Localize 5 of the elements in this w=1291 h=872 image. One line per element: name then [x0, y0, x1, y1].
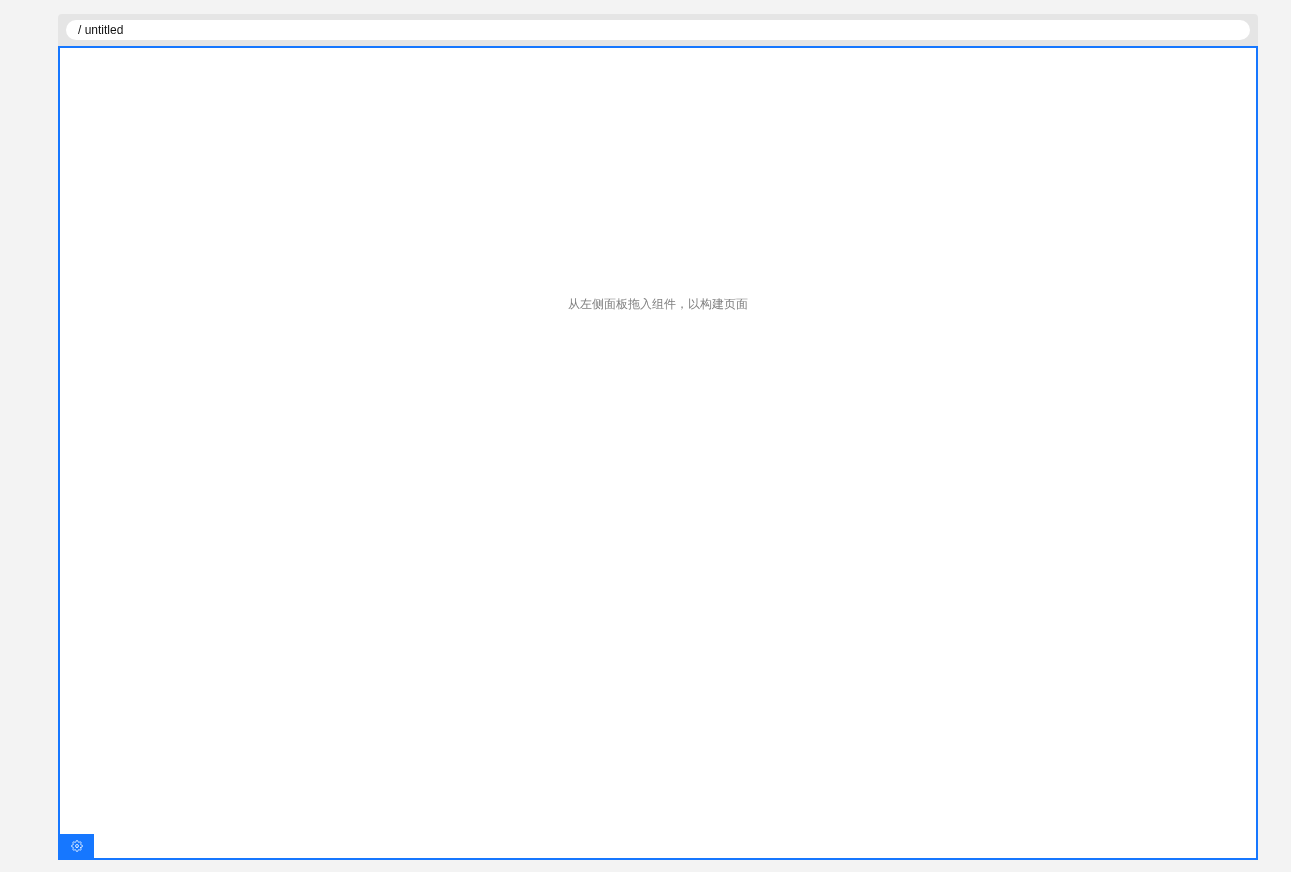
settings-button[interactable] [60, 834, 94, 858]
page-canvas[interactable]: 从左侧面板拖入组件，以构建页面 [58, 46, 1258, 860]
page-path-bar: / untitled [66, 20, 1250, 40]
settings-icon [71, 840, 83, 852]
empty-canvas-hint: 从左侧面板拖入组件，以构建页面 [568, 296, 748, 313]
